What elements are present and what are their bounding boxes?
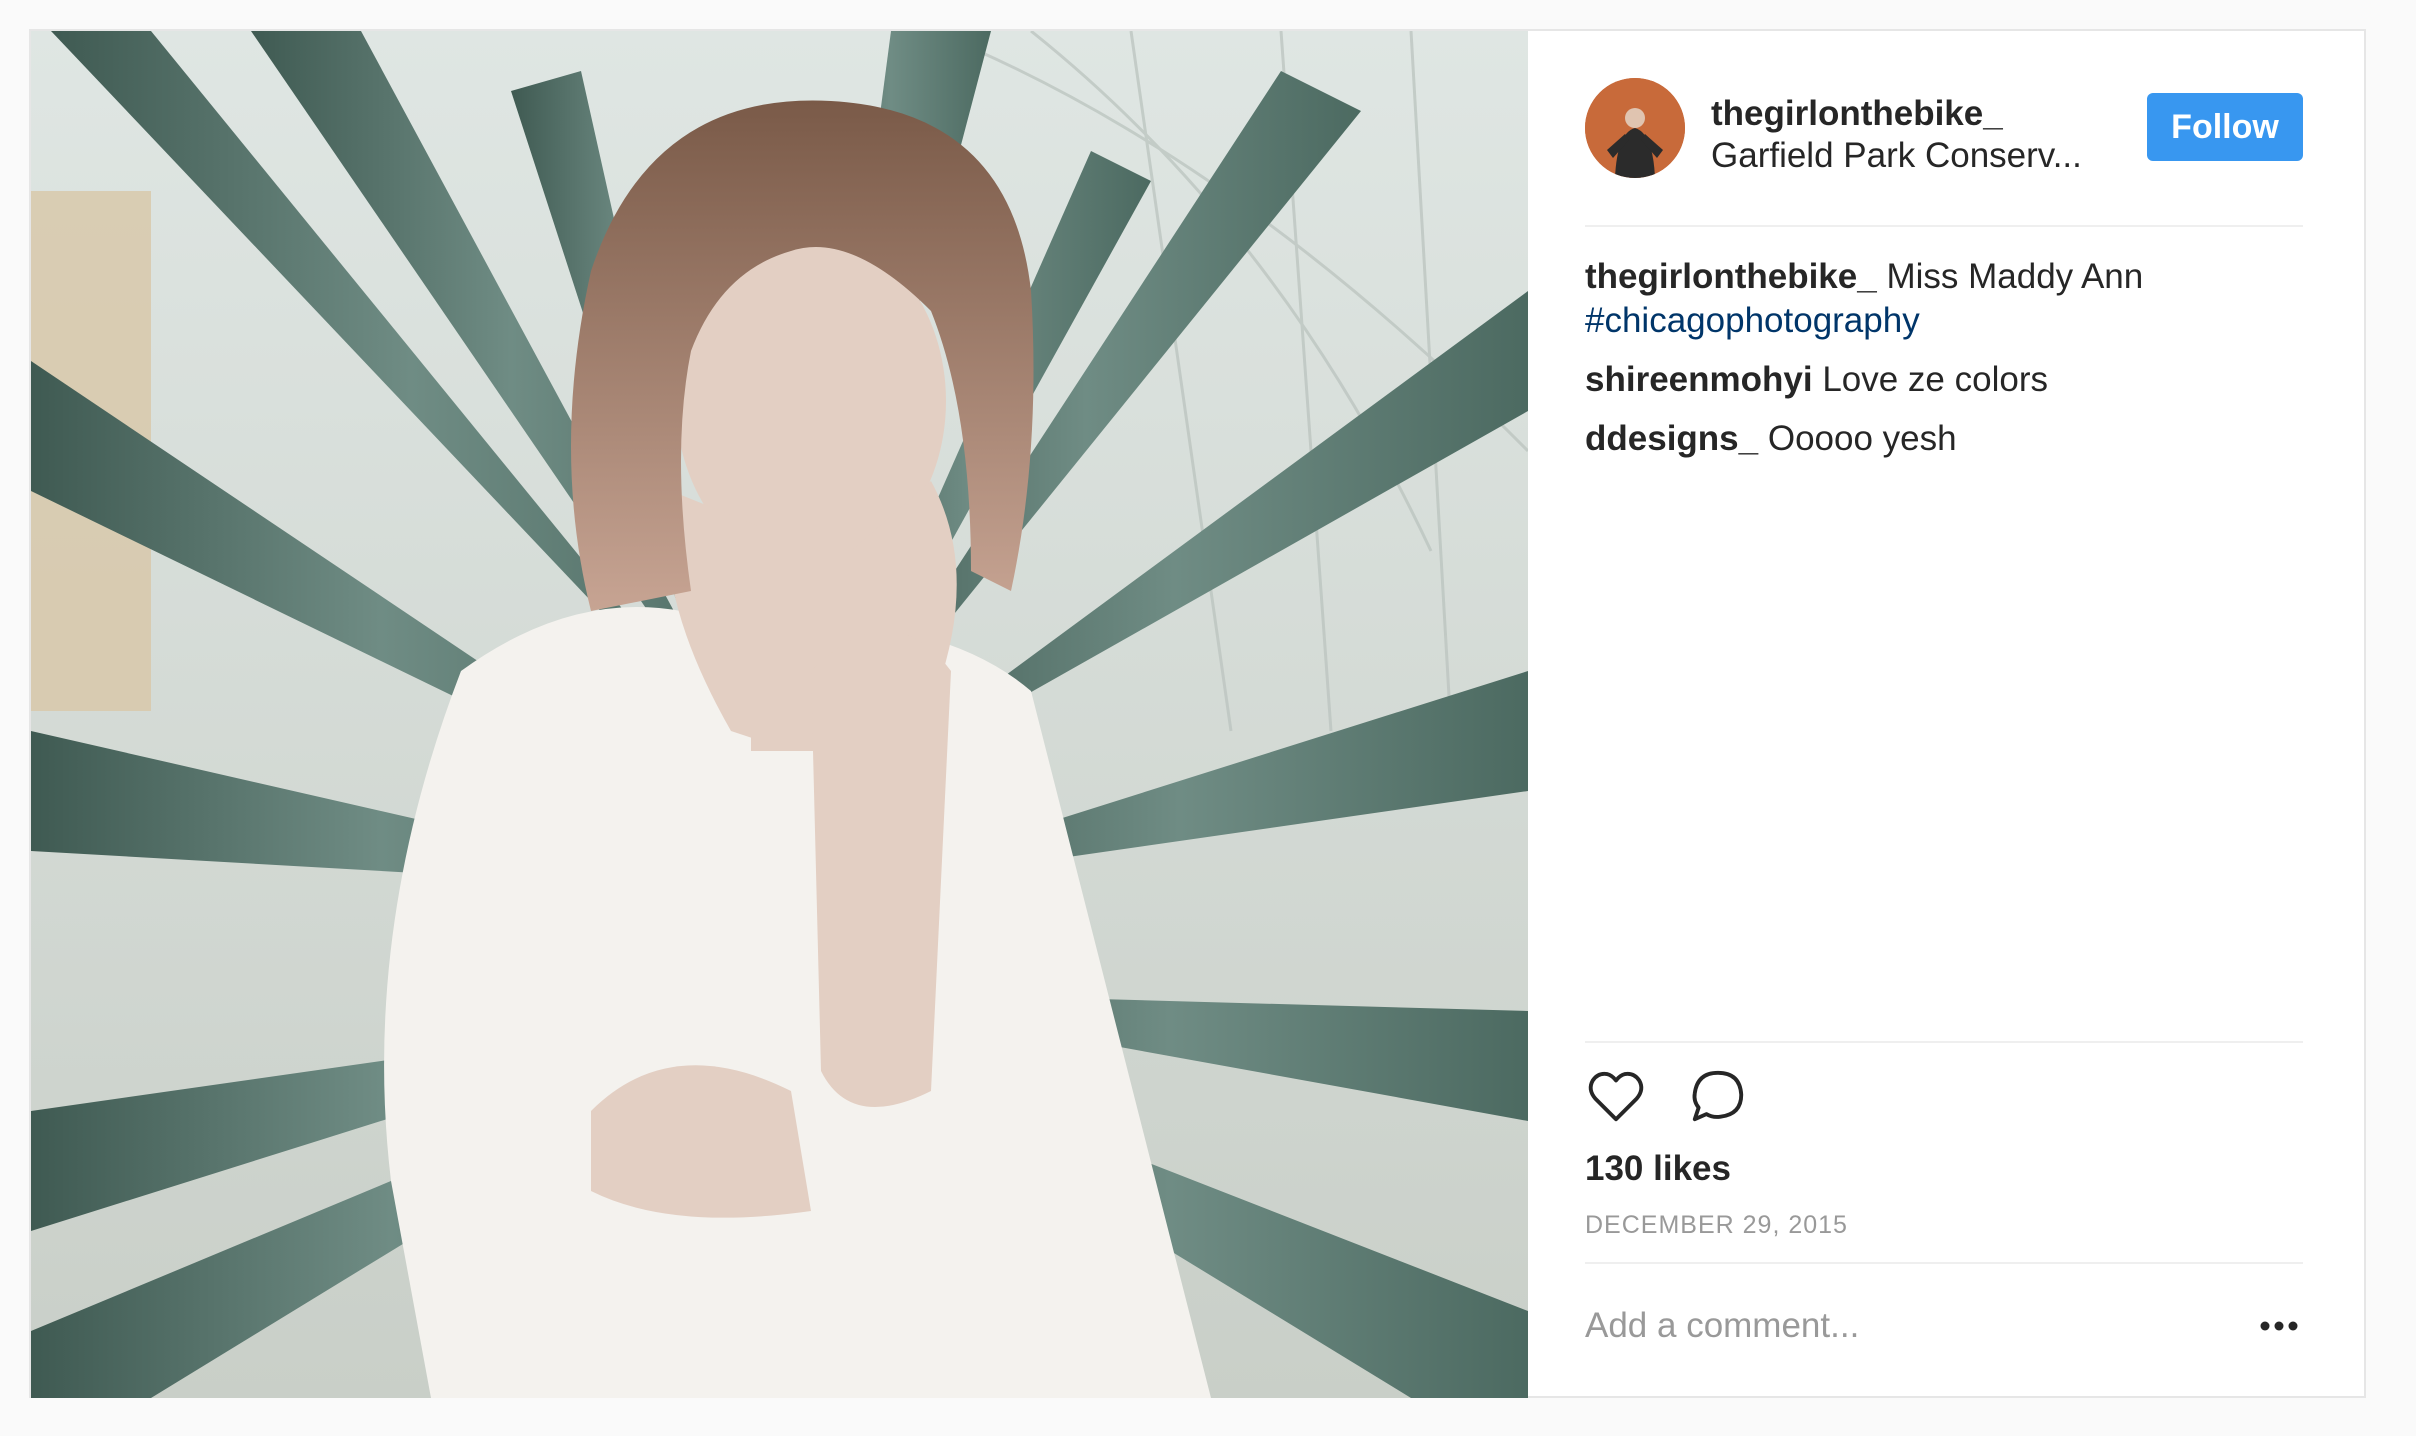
- caption: thegirlonthebike_ Miss Maddy Ann #chicag…: [1585, 255, 2303, 343]
- post-date: DECEMBER 29, 2015: [1585, 1211, 1848, 1239]
- comment-text: Ooooo yesh: [1767, 419, 1957, 458]
- avatar-image: [1585, 78, 1685, 178]
- header-divider: [1585, 225, 2303, 227]
- post-header: thegirlonthebike_ Garfield Park Conserv.…: [1585, 74, 2303, 180]
- actions-divider: [1585, 1041, 2303, 1043]
- heart-icon[interactable]: [1585, 1065, 1647, 1127]
- caption-hashtag[interactable]: #chicagophotography: [1585, 301, 1920, 340]
- post-location[interactable]: Garfield Park Conserv...: [1711, 136, 2082, 176]
- comment-icon[interactable]: [1687, 1065, 1749, 1127]
- more-options-icon[interactable]: [2255, 1308, 2303, 1344]
- post-username[interactable]: thegirlonthebike_: [1711, 94, 2003, 134]
- comment-item: ddesigns_ Ooooo yesh: [1585, 417, 2303, 461]
- caption-username[interactable]: thegirlonthebike_: [1585, 257, 1877, 296]
- comment-text: Love ze colors: [1822, 360, 2048, 399]
- comments-list: thegirlonthebike_ Miss Maddy Ann #chicag…: [1585, 255, 2303, 476]
- post-card: thegirlonthebike_ Garfield Park Conserv.…: [29, 29, 2366, 1398]
- comment-username[interactable]: ddesigns_: [1585, 419, 1758, 458]
- post-side-panel: thegirlonthebike_ Garfield Park Conserv.…: [1528, 31, 2366, 1398]
- avatar[interactable]: [1585, 78, 1685, 178]
- comment-username[interactable]: shireenmohyi: [1585, 360, 1813, 399]
- likes-count[interactable]: 130 likes: [1585, 1149, 1731, 1189]
- photo-illustration: [31, 31, 1528, 1398]
- caption-text: Miss Maddy Ann: [1886, 257, 2144, 296]
- comment-divider: [1585, 1262, 2303, 1264]
- post-actions: [1585, 1065, 1749, 1135]
- follow-button[interactable]: Follow: [2147, 93, 2303, 161]
- comment-item: shireenmohyi Love ze colors: [1585, 358, 2303, 402]
- add-comment-input[interactable]: [1585, 1301, 2205, 1351]
- post-photo[interactable]: [31, 31, 1528, 1398]
